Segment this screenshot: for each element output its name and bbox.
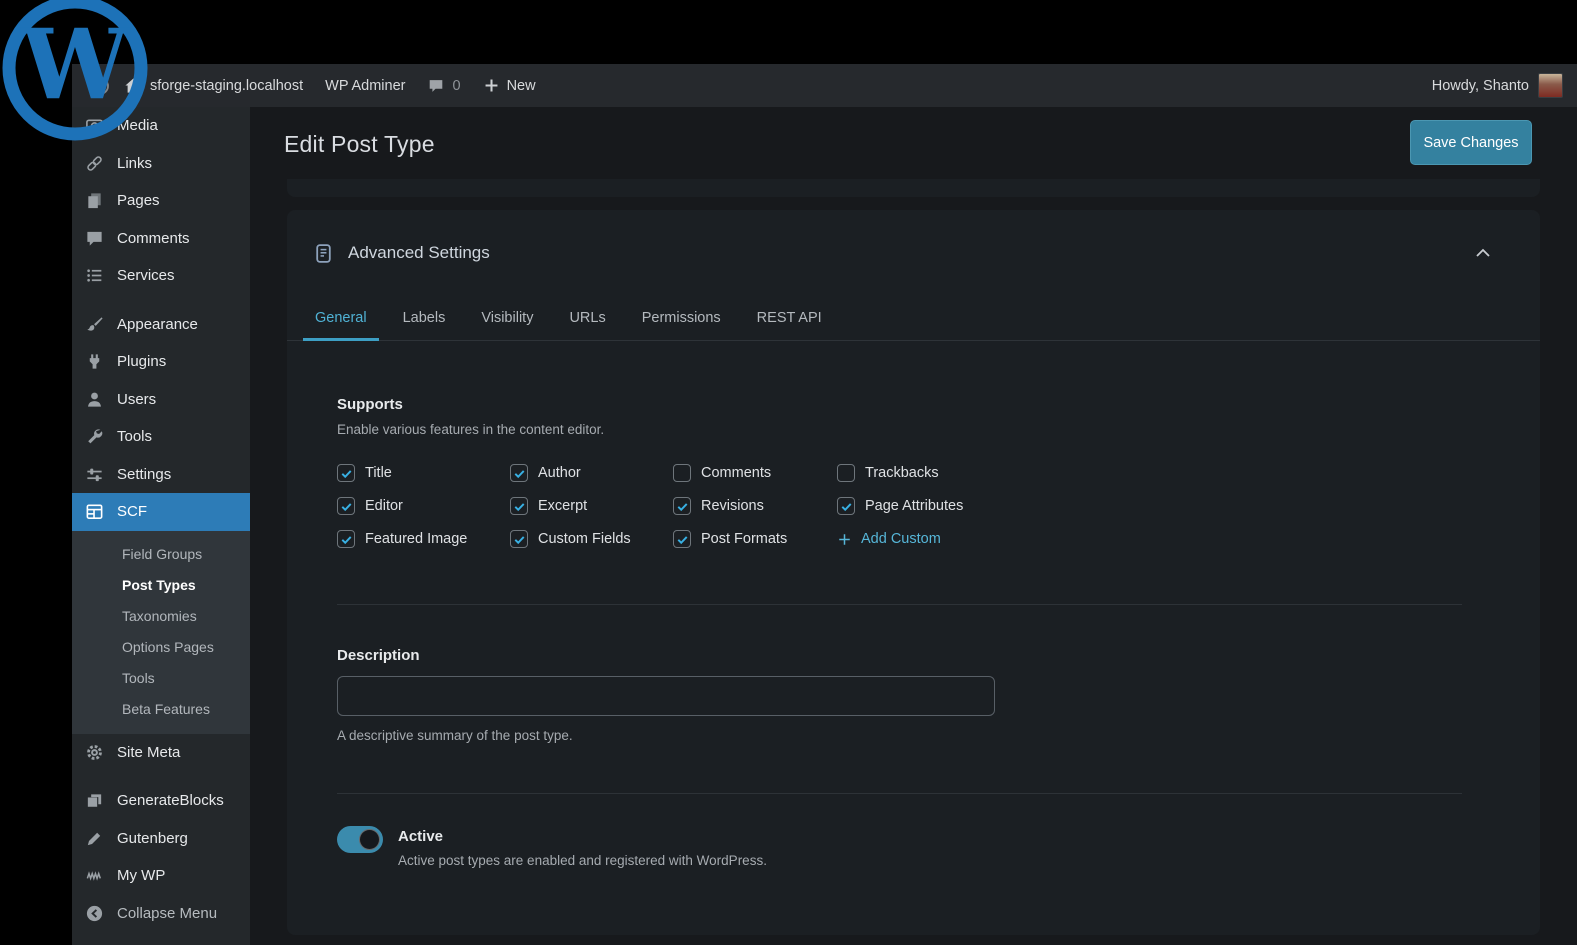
active-section: Active Active post types are enabled and… [337, 826, 767, 868]
description-label: Description [337, 647, 995, 664]
submenu-item-options-pages[interactable]: Options Pages [72, 632, 250, 663]
svg-text:W: W [20, 8, 130, 121]
submenu-item-beta-features[interactable]: Beta Features [72, 694, 250, 725]
submenu-item-taxonomies[interactable]: Taxonomies [72, 601, 250, 632]
sidebar: Media Links Pages Comments Services [72, 107, 250, 945]
collapse-icon [85, 904, 104, 923]
comments-icon [85, 229, 104, 248]
checkbox-post-formats[interactable]: Post Formats [673, 529, 837, 549]
sidebar-item-settings[interactable]: Settings [72, 456, 250, 494]
scf-icon [85, 502, 104, 521]
sidebar-item-appearance[interactable]: Appearance [72, 306, 250, 344]
checkbox-excerpt[interactable]: Excerpt [510, 496, 673, 516]
sidebar-item-scf[interactable]: SCF [72, 493, 250, 531]
plus-icon [837, 532, 852, 547]
new-button[interactable]: New [483, 77, 536, 94]
checkbox-author[interactable]: Author [510, 463, 673, 483]
description-section: Description A descriptive summary of the… [337, 647, 995, 743]
sidebar-item-gutenberg[interactable]: Gutenberg [72, 820, 250, 858]
menu-separator [72, 295, 250, 306]
checkbox-title[interactable]: Title [337, 463, 510, 483]
description-input[interactable] [337, 676, 995, 716]
checkbox-revisions[interactable]: Revisions [673, 496, 837, 516]
panel-header[interactable]: Advanced Settings [287, 210, 1540, 296]
users-icon [85, 390, 104, 409]
comments-count: 0 [452, 78, 460, 94]
sidebar-item-my-wp[interactable]: My WP [72, 857, 250, 895]
plugins-icon [85, 352, 104, 371]
plus-icon [483, 77, 500, 94]
scf-submenu: Field Groups Post Types Taxonomies Optio… [72, 531, 250, 734]
avatar[interactable] [1538, 73, 1563, 98]
sidebar-item-collapse-menu[interactable]: Collapse Menu [72, 895, 250, 933]
panel-title: Advanced Settings [348, 243, 490, 263]
active-toggle[interactable] [337, 826, 383, 853]
pencil-icon [85, 829, 104, 848]
generateblocks-icon [85, 791, 104, 810]
links-icon [85, 154, 104, 173]
comments-bubble[interactable]: 0 [427, 77, 460, 95]
tab-general[interactable]: General [303, 296, 379, 340]
checkbox-editor[interactable]: Editor [337, 496, 510, 516]
sidebar-item-comments[interactable]: Comments [72, 220, 250, 258]
add-custom-button[interactable]: Add Custom [837, 529, 1462, 549]
toggle-knob [359, 829, 380, 850]
sidebar-item-links[interactable]: Links [72, 145, 250, 183]
top-gutter [72, 0, 1577, 64]
comment-bubble-icon [427, 77, 445, 95]
sidebar-item-pages[interactable]: Pages [72, 182, 250, 220]
main-content: Edit Post Type Save Changes Advanced Set… [250, 107, 1577, 945]
sidebar-item-site-meta[interactable]: Site Meta [72, 734, 250, 772]
submenu-item-tools[interactable]: Tools [72, 663, 250, 694]
pages-icon [85, 191, 104, 210]
appearance-icon [85, 315, 104, 334]
checkbox-comments[interactable]: Comments [673, 463, 837, 483]
document-settings-icon [313, 243, 334, 264]
sidebar-item-users[interactable]: Users [72, 381, 250, 419]
description-help: A descriptive summary of the post type. [337, 728, 995, 743]
my-wp-icon [85, 866, 104, 885]
settings-icon [85, 465, 104, 484]
wordpress-logo-overlay: W [0, 0, 154, 148]
wp-adminer-link[interactable]: WP Adminer [325, 78, 405, 94]
sidebar-item-generateblocks[interactable]: GenerateBlocks [72, 782, 250, 820]
sidebar-item-tools[interactable]: Tools [72, 418, 250, 456]
gear-icon [85, 743, 104, 762]
collapse-panel-button[interactable] [1474, 246, 1492, 260]
active-label: Active [398, 828, 767, 845]
tab-bar: General Labels Visibility URLs Permissio… [287, 296, 1540, 341]
wordpress-logo-icon: W [0, 0, 154, 148]
admin-bar: sforge-staging.localhost WP Adminer 0 Ne… [72, 64, 1577, 107]
menu-separator [72, 771, 250, 782]
checkbox-custom-fields[interactable]: Custom Fields [510, 529, 673, 549]
supports-description: Enable various features in the content e… [337, 422, 1462, 437]
supports-grid: Title Author Comments Trackbacks Editor [337, 463, 1462, 549]
tools-icon [85, 427, 104, 446]
sidebar-item-services[interactable]: Services [72, 257, 250, 295]
chevron-up-icon [1474, 246, 1492, 260]
supports-label: Supports [337, 396, 1462, 413]
supports-section: Supports Enable various features in the … [337, 396, 1462, 549]
page-title: Edit Post Type [284, 131, 435, 158]
submenu-item-post-types[interactable]: Post Types [72, 570, 250, 601]
checkbox-featured-image[interactable]: Featured Image [337, 529, 510, 549]
save-changes-button[interactable]: Save Changes [1410, 120, 1532, 165]
tab-visibility[interactable]: Visibility [469, 296, 545, 340]
active-help: Active post types are enabled and regist… [398, 853, 767, 868]
tab-permissions[interactable]: Permissions [630, 296, 733, 340]
previous-panel-bottom-edge [287, 179, 1540, 197]
section-divider [337, 604, 1462, 605]
sidebar-item-plugins[interactable]: Plugins [72, 343, 250, 381]
tab-urls[interactable]: URLs [557, 296, 617, 340]
services-icon [85, 266, 104, 285]
site-name: sforge-staging.localhost [150, 78, 303, 94]
tab-labels[interactable]: Labels [391, 296, 458, 340]
tab-rest-api[interactable]: REST API [745, 296, 834, 340]
checkbox-trackbacks[interactable]: Trackbacks [837, 463, 1462, 483]
howdy-text[interactable]: Howdy, Shanto [1432, 78, 1529, 94]
section-divider [337, 793, 1462, 794]
checkbox-page-attributes[interactable]: Page Attributes [837, 496, 1462, 516]
submenu-item-field-groups[interactable]: Field Groups [72, 539, 250, 570]
advanced-settings-panel: Advanced Settings General Labels Visibil… [287, 210, 1540, 935]
